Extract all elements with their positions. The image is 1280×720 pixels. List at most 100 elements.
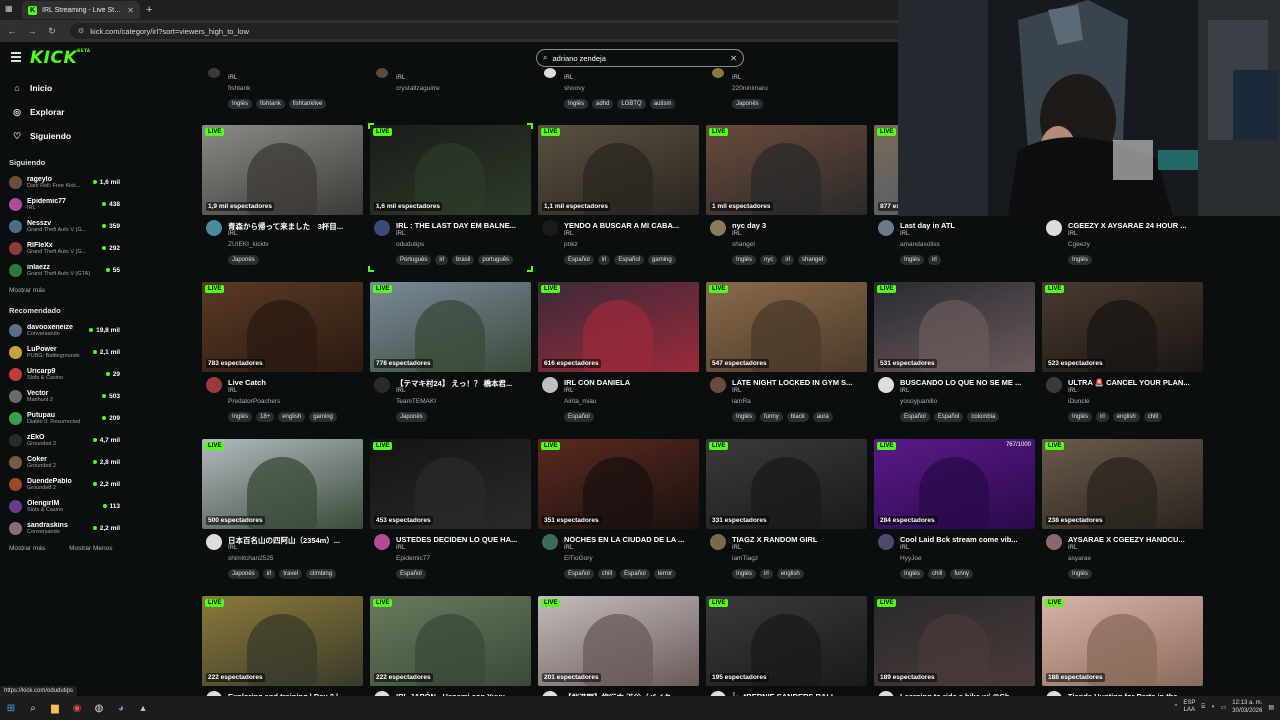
stream-category[interactable]: IRL <box>564 75 573 81</box>
stream-category[interactable]: IRL <box>732 231 741 237</box>
kick-logo[interactable]: KICKBETA <box>30 48 90 68</box>
streamer-avatar[interactable] <box>710 220 726 236</box>
streamer-name[interactable]: amandasoliss <box>900 241 940 248</box>
stream-tag[interactable]: Inglés <box>732 412 757 422</box>
stream-tag[interactable]: gaming <box>648 255 676 265</box>
streamer-avatar[interactable] <box>1046 377 1062 393</box>
stream-tag[interactable]: chill <box>928 569 947 579</box>
stream-tag[interactable]: Español <box>396 569 426 579</box>
stream-tag[interactable]: funny <box>950 569 974 579</box>
stream-card[interactable]: LIVE 778 espectadores 【テマキ村24】 えっ！？ 橋本君...… <box>370 282 531 430</box>
stream-title[interactable]: LATE NIGHT LOCKED IN GYM S... <box>732 378 864 387</box>
stream-thumbnail[interactable]: LIVE 531 espectadores <box>874 282 1035 372</box>
start-icon[interactable]: ⊞ <box>0 696 22 720</box>
stream-thumbnail[interactable]: LIVE 1,9 mil espectadores <box>202 125 363 215</box>
stream-tag[interactable]: irl <box>1096 412 1109 422</box>
stream-thumbnail[interactable]: LIVE 1,1 mil espectadores <box>538 125 699 215</box>
stream-title[interactable]: NOCHES EN LA CIUDAD DE LA ... <box>564 535 696 544</box>
streamer-avatar[interactable] <box>542 220 558 236</box>
streamer-avatar[interactable] <box>710 377 726 393</box>
stream-title[interactable]: nyc day 3 <box>732 221 864 230</box>
stream-tag[interactable]: terror <box>653 569 677 579</box>
obs-icon[interactable]: ◍ <box>88 696 110 720</box>
recommended-show-more[interactable]: Mostrar más <box>9 545 45 552</box>
stream-tag[interactable]: gaming <box>309 412 337 422</box>
stream-thumbnail[interactable]: LIVE 523 espectadores <box>1042 282 1203 372</box>
streamer-name[interactable]: HyyJoe <box>900 555 922 562</box>
stream-tag[interactable]: irl <box>928 255 941 265</box>
stream-tag[interactable]: nyc <box>760 255 778 265</box>
partial-stream-card[interactable]: IRL crystallzaguirre <box>370 66 531 114</box>
stream-tag[interactable]: Inglés <box>228 99 253 109</box>
back-icon[interactable]: ← <box>6 26 18 36</box>
volume-icon[interactable]: ◖ <box>1211 704 1215 710</box>
stream-category[interactable]: IRL <box>396 75 405 81</box>
clear-search-icon[interactable]: ✕ <box>730 54 737 63</box>
stream-card[interactable]: LIVE 531 espectadores BUSCANDO LO QUE NO S… <box>874 282 1035 430</box>
stream-title[interactable]: 日本百名山の四阿山（2354m）... <box>228 535 360 546</box>
streamer-avatar[interactable] <box>374 534 390 550</box>
stream-thumbnail[interactable]: LIVE 1,6 mil espectadores <box>370 125 531 215</box>
stream-tag[interactable]: funny <box>760 412 783 422</box>
stream-tag[interactable]: Español <box>620 569 650 579</box>
network-icon[interactable]: ⌸ <box>1201 704 1205 711</box>
stream-card[interactable]: LIVE 500 espectadores 日本百名山の四阿山（2354m）... I… <box>202 439 363 587</box>
streamer-avatar[interactable] <box>878 534 894 550</box>
stream-category[interactable]: IRL <box>564 545 573 551</box>
hamburger-menu-icon[interactable] <box>11 52 21 62</box>
recommended-show-less[interactable]: Mostrar Menos <box>69 545 112 552</box>
url-field[interactable]: ⚙ kick.com/category/irl?sort=viewers_hig… <box>70 23 910 39</box>
stream-card[interactable]: LIVE 783 espectadores Live Catch IRL Predato… <box>202 282 363 430</box>
stream-thumbnail[interactable]: LIVE 500 espectadores <box>202 439 363 529</box>
stream-tag[interactable]: chill <box>597 569 617 579</box>
stream-tag[interactable]: Inglés <box>900 255 925 265</box>
stream-tag[interactable]: fishtanklive <box>288 99 327 109</box>
stream-card[interactable]: LIVE 453 espectadores USTEDES DECIDEN LO Q… <box>370 439 531 587</box>
sidebar-channel[interactable]: LuPower PUBG: Battlegrounds 2,1 mil <box>0 341 130 363</box>
streamer-name[interactable]: iamRa <box>732 398 751 405</box>
streamer-avatar[interactable] <box>1046 534 1062 550</box>
stream-title[interactable]: 青森から帰って来ました 3杯目... <box>228 221 360 232</box>
stream-card[interactable]: LIVE 351 espectadores NOCHES EN LA CIUDAD … <box>538 439 699 587</box>
stream-card[interactable]: LIVE 331 espectadores TIAGZ X RANDOM GIRL I… <box>706 439 867 587</box>
sidebar-channel[interactable]: Epidemic77 IRL 438 <box>0 193 130 215</box>
stream-tag[interactable]: Español <box>564 569 594 579</box>
streamer-name[interactable]: pnkz <box>564 241 578 248</box>
stream-tag[interactable]: Inglés <box>228 412 253 422</box>
forward-icon[interactable]: → <box>26 26 38 36</box>
stream-category[interactable]: IRL <box>228 231 237 237</box>
sidebar-channel[interactable]: RIFIeXx Grand Theft Auto V (G... 292 <box>0 237 130 259</box>
streamer-avatar[interactable] <box>542 534 558 550</box>
stream-thumbnail[interactable]: LIVE 222 espectadores <box>370 596 531 686</box>
streamer-name[interactable]: TeamTEMAKI <box>396 398 436 405</box>
stream-category[interactable]: IRL <box>1068 545 1077 551</box>
stream-tag[interactable]: irl <box>781 255 795 265</box>
stream-category[interactable]: IRL <box>732 75 741 81</box>
stream-category[interactable]: IRL <box>564 231 573 237</box>
stream-thumbnail[interactable]: LIVE 195 espectadores <box>706 596 867 686</box>
stream-title[interactable]: AYSARAE X CGEEZY HANDCU... <box>1068 535 1200 544</box>
sidebar-channel[interactable]: inlaezz Grand Theft Auto V (GTA) 55 <box>0 259 130 281</box>
stream-tag[interactable]: Japonés <box>228 569 259 579</box>
stream-card[interactable]: LIVE 1,9 mil espectadores 青森から帰って来ました 3杯目.… <box>202 125 363 273</box>
nav-following[interactable]: ♡ Siguiendo <box>0 124 130 148</box>
stream-card[interactable]: LIVE 523 espectadores ULTRA 🚨 CANCEL YOUR … <box>1042 282 1203 430</box>
tray-arrow-icon[interactable]: ^ <box>1175 704 1178 710</box>
following-show-more[interactable]: Mostrar más <box>9 287 45 294</box>
stream-tag[interactable]: Inglés <box>900 569 925 579</box>
stream-tag[interactable]: irl <box>760 569 773 579</box>
streamer-avatar[interactable] <box>374 377 390 393</box>
stream-tag[interactable]: english <box>776 569 804 579</box>
stream-tag[interactable]: colombia <box>967 412 1000 422</box>
stream-tag[interactable]: autism <box>649 99 676 109</box>
stream-category[interactable]: IRL <box>564 388 573 394</box>
streamer-name[interactable]: ZUIEKI_kicktv <box>228 241 269 248</box>
stream-category[interactable]: IRL <box>732 388 741 394</box>
sidebar-channel[interactable]: Uricarp9 Slots & Casino 29 <box>0 363 130 385</box>
stream-category[interactable]: IRL <box>228 545 237 551</box>
streamer-avatar[interactable] <box>542 377 558 393</box>
streamer-avatar[interactable] <box>374 220 390 236</box>
new-tab-icon[interactable]: + <box>146 4 152 16</box>
stream-tag[interactable]: Español <box>564 255 594 265</box>
stream-card[interactable]: LIVE 616 espectadores IRL CON DANIELA IRL Ai… <box>538 282 699 430</box>
